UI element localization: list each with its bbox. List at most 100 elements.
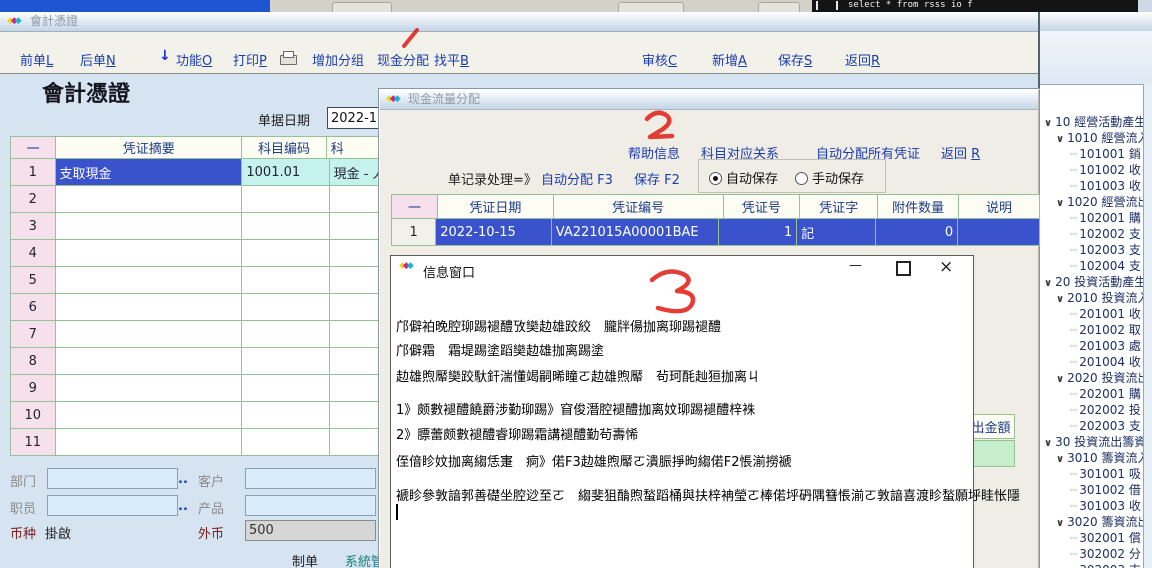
customer-input[interactable] xyxy=(245,468,376,489)
tree-item[interactable]: 201004 收 xyxy=(1070,353,1141,368)
tree-item[interactable]: 202003 支 xyxy=(1070,417,1141,432)
voucher-code-cell[interactable]: VA221015A00001BAE xyxy=(552,219,719,246)
tree-item[interactable]: 302003 支 xyxy=(1070,561,1141,568)
account-code-cell[interactable] xyxy=(242,294,329,321)
tree-item[interactable]: ∨1020 經營流出 xyxy=(1056,193,1143,208)
tree-expand-icon[interactable]: ∨ xyxy=(1056,454,1064,465)
voucher-no-cell[interactable]: 1 xyxy=(719,219,797,246)
tree-item[interactable]: 301003 收 xyxy=(1070,497,1141,512)
maximize-button[interactable] xyxy=(896,261,911,276)
account-code-cell[interactable] xyxy=(242,402,329,429)
auto-allocate-f3-link[interactable]: 自动分配 F3 xyxy=(541,169,613,188)
close-button[interactable]: × xyxy=(939,257,953,277)
tree-item[interactable]: ∨20 投資活動產生 xyxy=(1044,273,1143,288)
tree-item[interactable]: 302002 分 xyxy=(1070,545,1141,560)
note-cell[interactable] xyxy=(958,219,1040,246)
account-code-cell[interactable] xyxy=(242,213,329,240)
account-code-cell[interactable] xyxy=(242,375,329,402)
dialog-back-link[interactable]: 返回 R xyxy=(941,143,980,162)
tree-item[interactable]: ∨3010 籌資流入 xyxy=(1056,449,1143,464)
tree-expand-icon[interactable]: ∨ xyxy=(1044,278,1052,289)
printer-icon[interactable] xyxy=(280,51,297,64)
summary-cell[interactable] xyxy=(56,429,243,456)
account-code-cell[interactable] xyxy=(242,267,329,294)
tree-item[interactable]: 102004 支 xyxy=(1070,257,1141,272)
help-info-link[interactable]: 帮助信息 xyxy=(628,143,680,162)
toolbar-cash-allocation-button[interactable]: 现金分配 xyxy=(377,50,429,69)
summary-cell[interactable] xyxy=(56,294,243,321)
toolbar-function-button[interactable]: 功能O xyxy=(176,50,212,69)
account-code-cell[interactable] xyxy=(242,240,329,267)
account-code-cell[interactable] xyxy=(242,348,329,375)
toolbar-audit-button[interactable]: 审核C xyxy=(642,50,677,69)
summary-cell[interactable] xyxy=(56,402,243,429)
toolbar-balance-button[interactable]: 找平B xyxy=(434,50,469,69)
account-code-cell[interactable]: 1001.01 xyxy=(242,159,329,186)
toolbar-print-button[interactable]: 打印P xyxy=(233,50,267,69)
tree-expand-icon[interactable]: ∨ xyxy=(1056,518,1064,529)
tree-item[interactable]: 202001 購 xyxy=(1070,385,1141,400)
tree-item[interactable]: 301001 吸 xyxy=(1070,465,1141,480)
employee-input[interactable] xyxy=(47,495,178,516)
tree-expand-icon[interactable]: ∨ xyxy=(1044,118,1052,129)
summary-cell[interactable] xyxy=(56,348,243,375)
tree-item[interactable]: 101001 銷 xyxy=(1070,145,1141,160)
tree-item[interactable]: 102003 支 xyxy=(1070,241,1141,256)
dialog-voucher-row[interactable]: 1 2022-10-15 VA221015A00001BAE 1 記 0 xyxy=(392,219,1040,246)
amount-cell[interactable] xyxy=(969,440,1015,467)
tree-item[interactable]: 101002 收 xyxy=(1070,161,1141,176)
account-code-cell[interactable] xyxy=(242,321,329,348)
summary-cell[interactable] xyxy=(56,186,243,213)
summary-cell[interactable]: 支取現金 xyxy=(56,159,243,186)
tree-item[interactable]: ∨2020 投資流出 xyxy=(1056,369,1143,384)
header-row-number: 一 xyxy=(392,195,438,219)
toolbar-add-new-button[interactable]: 新增A xyxy=(712,50,747,69)
voucher-date-cell[interactable]: 2022-10-15 xyxy=(436,219,552,246)
tree-item[interactable]: ∨2010 投資流入 xyxy=(1056,289,1143,304)
tree-item[interactable]: 301002 借 xyxy=(1070,481,1141,496)
tree-expand-icon[interactable]: ∨ xyxy=(1056,198,1064,209)
tree-item[interactable]: ∨10 經營活動產生 xyxy=(1044,113,1143,128)
tree-item[interactable]: ∨3020 籌資流出 xyxy=(1056,513,1143,528)
save-f2-link[interactable]: 保存 F2 xyxy=(634,169,680,188)
voucher-word-cell[interactable]: 記 xyxy=(797,219,876,246)
tree-item[interactable]: ∨30 投資流出籌資 xyxy=(1044,433,1143,448)
auto-save-radio[interactable]: 自动保存 xyxy=(709,168,778,187)
tree-item[interactable]: 201002 取 xyxy=(1070,321,1141,336)
tree-item[interactable]: 101003 收 xyxy=(1070,177,1141,192)
tree-item[interactable]: 102001 購 xyxy=(1070,209,1141,224)
summary-cell[interactable] xyxy=(56,321,243,348)
toolbar-save-button[interactable]: 保存S xyxy=(778,50,812,69)
account-code-cell[interactable] xyxy=(242,429,329,456)
toolbar-prev-button[interactable]: 前单L xyxy=(20,50,53,69)
tree-item[interactable]: 201001 收 xyxy=(1070,305,1141,320)
tree-expand-icon[interactable]: ∨ xyxy=(1056,294,1064,305)
tree-scrollbar[interactable] xyxy=(1143,84,1152,568)
tree-expand-icon[interactable]: ∨ xyxy=(1056,374,1064,385)
dept-input[interactable] xyxy=(47,468,178,489)
tree-item[interactable]: 202002 投 xyxy=(1070,401,1141,416)
tree-item[interactable]: 201003 處 xyxy=(1070,337,1141,352)
dept-lookup-button[interactable]: .. xyxy=(178,472,188,487)
tree-expand-icon[interactable]: ∨ xyxy=(1044,438,1052,449)
employee-lookup-button[interactable]: .. xyxy=(178,499,188,514)
manual-save-radio[interactable]: 手动保存 xyxy=(795,168,864,187)
minimize-button[interactable]: — xyxy=(849,258,862,273)
foreign-currency-input[interactable] xyxy=(245,520,376,541)
toolbar-add-group-button[interactable]: 增加分组 xyxy=(312,50,364,69)
tree-expand-icon[interactable]: ∨ xyxy=(1056,134,1064,145)
tree-item[interactable]: ∨1010 經營流入 xyxy=(1056,129,1143,144)
toolbar-next-button[interactable]: 后单N xyxy=(80,50,116,69)
toolbar-back-button[interactable]: 返回R xyxy=(845,50,880,69)
account-code-cell[interactable] xyxy=(242,186,329,213)
tree-item[interactable]: 102002 支 xyxy=(1070,225,1141,240)
maker-label: 制单 xyxy=(292,551,318,568)
summary-cell[interactable] xyxy=(56,240,243,267)
summary-cell[interactable] xyxy=(56,375,243,402)
row-number-cell: 7 xyxy=(11,321,56,348)
attach-count-cell[interactable]: 0 xyxy=(876,219,958,246)
summary-cell[interactable] xyxy=(56,213,243,240)
tree-item[interactable]: 302001 償 xyxy=(1070,529,1141,544)
product-input[interactable] xyxy=(245,495,376,516)
summary-cell[interactable] xyxy=(56,267,243,294)
